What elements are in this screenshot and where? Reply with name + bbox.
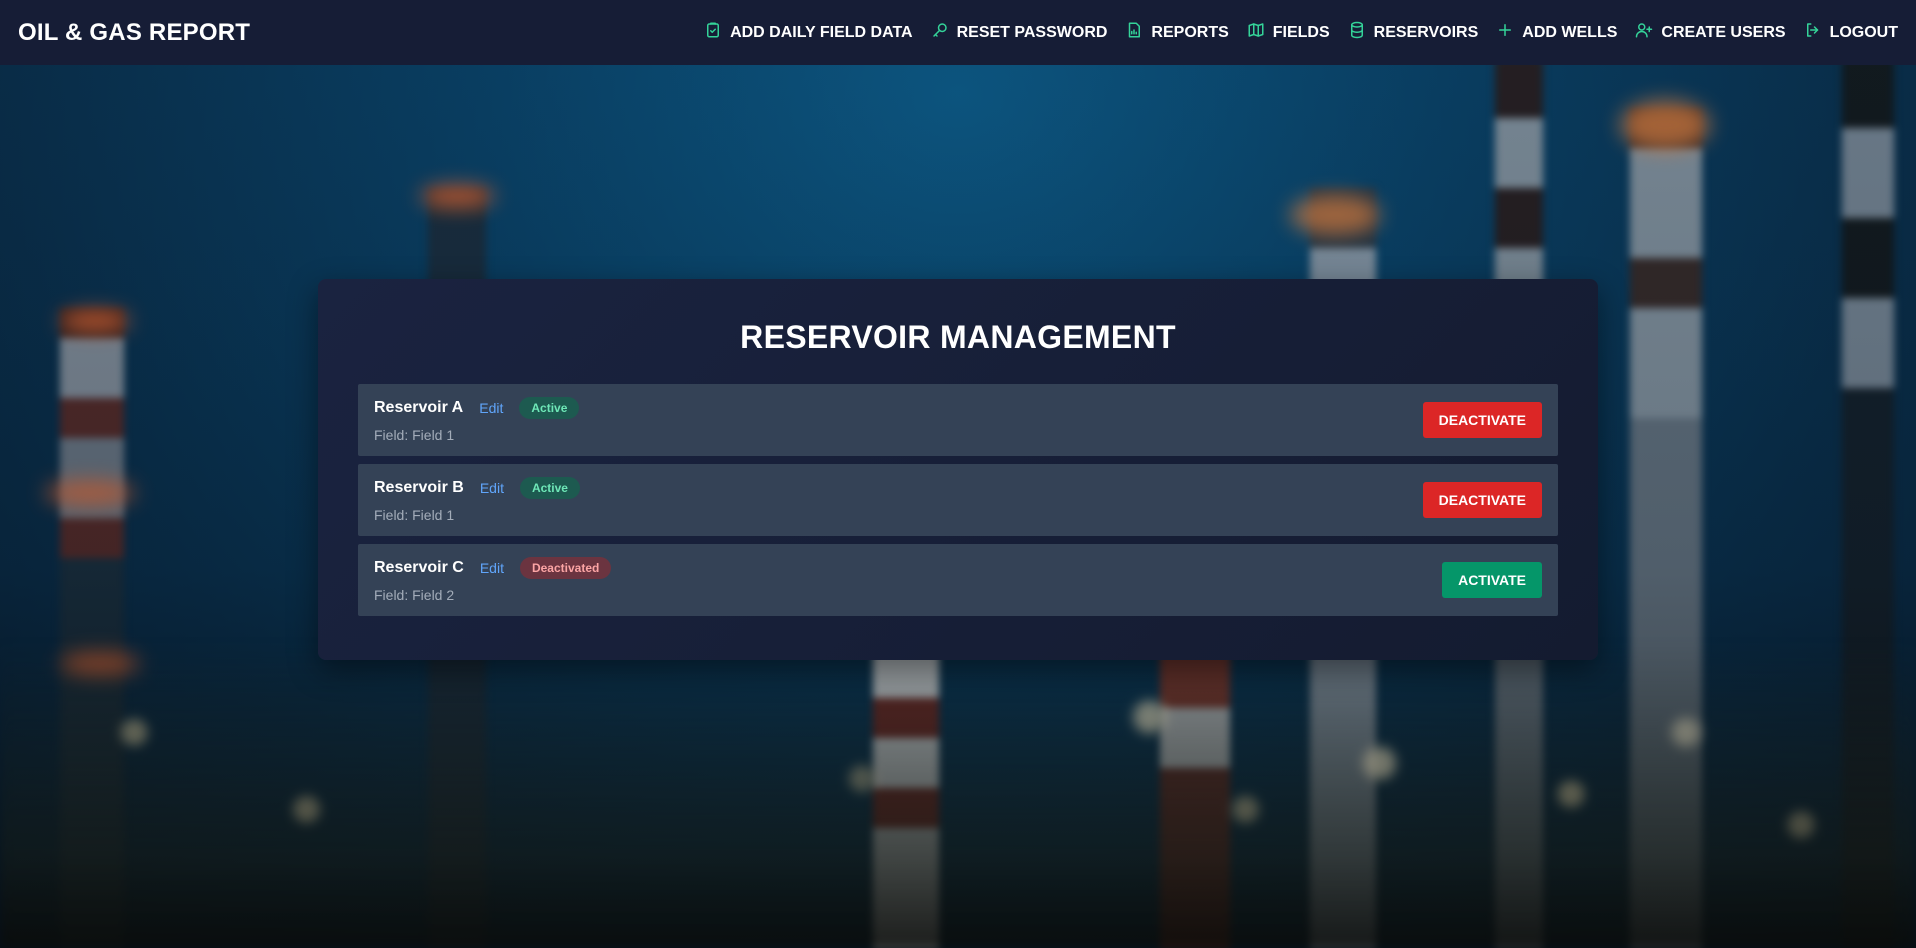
- nav-label: RESET PASSWORD: [956, 23, 1108, 41]
- nav-label: RESERVOIRS: [1373, 23, 1479, 41]
- list-item: Reservoir A Edit Active Field: Field 1 D…: [358, 384, 1558, 456]
- nav-reservoirs[interactable]: RESERVOIRS: [1348, 21, 1479, 44]
- reservoir-field: Field: Field 1: [374, 427, 455, 443]
- status-badge: Deactivated: [519, 557, 612, 579]
- nav-label: CREATE USERS: [1661, 23, 1786, 41]
- page-title: RESERVOIR MANAGEMENT: [740, 319, 1176, 355]
- edit-link[interactable]: Edit: [480, 480, 504, 496]
- user-plus-icon: [1635, 21, 1653, 44]
- reservoir-name: Reservoir A: [374, 399, 464, 416]
- key-icon: [931, 21, 949, 44]
- main-nav: ADD DAILY FIELD DATA RESET PASSWORD REPO…: [704, 21, 1898, 44]
- reservoir-name: Reservoir B: [374, 479, 464, 496]
- edit-link[interactable]: Edit: [480, 560, 504, 576]
- nav-reset-password[interactable]: RESET PASSWORD: [931, 21, 1108, 44]
- nav-create-users[interactable]: CREATE USERS: [1635, 21, 1786, 44]
- reservoir-management-card: RESERVOIR MANAGEMENT Reservoir A Edit Ac…: [318, 279, 1598, 660]
- map-icon: [1247, 21, 1265, 44]
- clipboard-check-icon: [704, 21, 722, 44]
- status-badge: Active: [519, 397, 580, 419]
- reservoir-field: Field: Field 2: [374, 587, 455, 603]
- nav-add-wells[interactable]: ADD WELLS: [1496, 21, 1617, 44]
- logout-icon: [1804, 21, 1822, 44]
- brand-title[interactable]: OIL & GAS REPORT: [18, 19, 250, 47]
- plus-icon: [1496, 21, 1514, 44]
- deactivate-button[interactable]: DEACTIVATE: [1422, 482, 1542, 518]
- edit-link[interactable]: Edit: [479, 400, 503, 416]
- deactivate-button[interactable]: DEACTIVATE: [1422, 402, 1542, 438]
- file-chart-icon: [1125, 21, 1143, 44]
- nav-add-daily-field-data[interactable]: ADD DAILY FIELD DATA: [704, 21, 913, 44]
- nav-label: ADD WELLS: [1522, 23, 1618, 41]
- nav-label: ADD DAILY FIELD DATA: [730, 23, 913, 41]
- database-icon: [1348, 21, 1366, 44]
- top-navbar: OIL & GAS REPORT ADD DAILY FIELD DATA RE…: [0, 0, 1916, 65]
- nav-label: LOGOUT: [1829, 23, 1898, 41]
- reservoir-name: Reservoir C: [374, 559, 464, 576]
- nav-label: FIELDS: [1272, 23, 1330, 41]
- nav-fields[interactable]: FIELDS: [1247, 21, 1330, 44]
- list-item: Reservoir C Edit Deactivated Field: Fiel…: [358, 544, 1558, 616]
- nav-logout[interactable]: LOGOUT: [1804, 21, 1898, 44]
- nav-reports[interactable]: REPORTS: [1125, 21, 1229, 44]
- activate-button[interactable]: ACTIVATE: [1442, 562, 1542, 598]
- reservoir-list: Reservoir A Edit Active Field: Field 1 D…: [358, 384, 1558, 616]
- list-item: Reservoir B Edit Active Field: Field 1 D…: [358, 464, 1558, 536]
- status-badge: Active: [519, 477, 580, 499]
- reservoir-field: Field: Field 1: [374, 507, 455, 523]
- nav-label: REPORTS: [1151, 23, 1229, 41]
